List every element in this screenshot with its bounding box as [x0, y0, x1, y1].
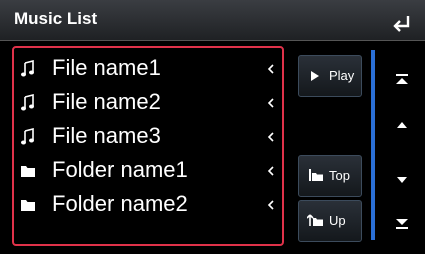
list-item-label: Folder name1: [52, 157, 188, 182]
folder-icon: [21, 200, 35, 211]
list-item-label: File name2: [52, 89, 161, 114]
list-item-folder[interactable]: Folder name1: [14, 154, 282, 189]
list-item-label: File name1: [52, 55, 161, 80]
folder-top-icon: [309, 169, 323, 181]
top-button[interactable]: Top: [298, 155, 362, 197]
chevron-left-icon[interactable]: [266, 197, 276, 213]
up-button[interactable]: Up: [298, 200, 362, 242]
list-item-label: Folder name2: [52, 191, 188, 216]
scroll-top-icon: [396, 74, 408, 84]
list-item-file[interactable]: File name1: [14, 52, 282, 87]
folder-up-icon: [307, 214, 323, 226]
list-item-file[interactable]: File name3: [14, 120, 282, 155]
scroll-top-button[interactable]: [392, 70, 412, 90]
header-bar: Music List: [0, 0, 425, 41]
page-title: Music List: [14, 9, 98, 28]
chevron-left-icon[interactable]: [266, 95, 276, 111]
scroll-down-icon: [397, 177, 407, 183]
top-button-label: Top: [329, 168, 350, 183]
up-button-label: Up: [329, 213, 346, 228]
play-button[interactable]: Play: [298, 55, 362, 97]
back-arrow-icon: [393, 16, 410, 32]
scroll-up-button[interactable]: [392, 115, 412, 135]
scroll-up-icon: [397, 122, 407, 128]
chevron-left-icon[interactable]: [266, 163, 276, 179]
list-item-folder[interactable]: Folder name2: [14, 188, 282, 223]
music-note-icon: [21, 94, 34, 111]
scrollbar[interactable]: [371, 50, 375, 240]
music-note-icon: [21, 60, 34, 77]
chevron-left-icon[interactable]: [266, 61, 276, 77]
music-note-icon: [21, 128, 34, 145]
list-item-file[interactable]: File name2: [14, 86, 282, 121]
back-button[interactable]: [388, 8, 414, 34]
scroll-down-button[interactable]: [392, 170, 412, 190]
chevron-left-icon[interactable]: [266, 129, 276, 145]
bottom-strip: [0, 246, 425, 254]
play-button-label: Play: [329, 68, 355, 83]
scroll-bottom-icon: [396, 219, 408, 229]
list-item-label: File name3: [52, 123, 161, 148]
play-icon: [311, 71, 319, 81]
scroll-bottom-button[interactable]: [392, 213, 412, 233]
folder-icon: [21, 166, 35, 177]
music-list: File name1 File name2 File name3 Folder …: [12, 46, 284, 246]
